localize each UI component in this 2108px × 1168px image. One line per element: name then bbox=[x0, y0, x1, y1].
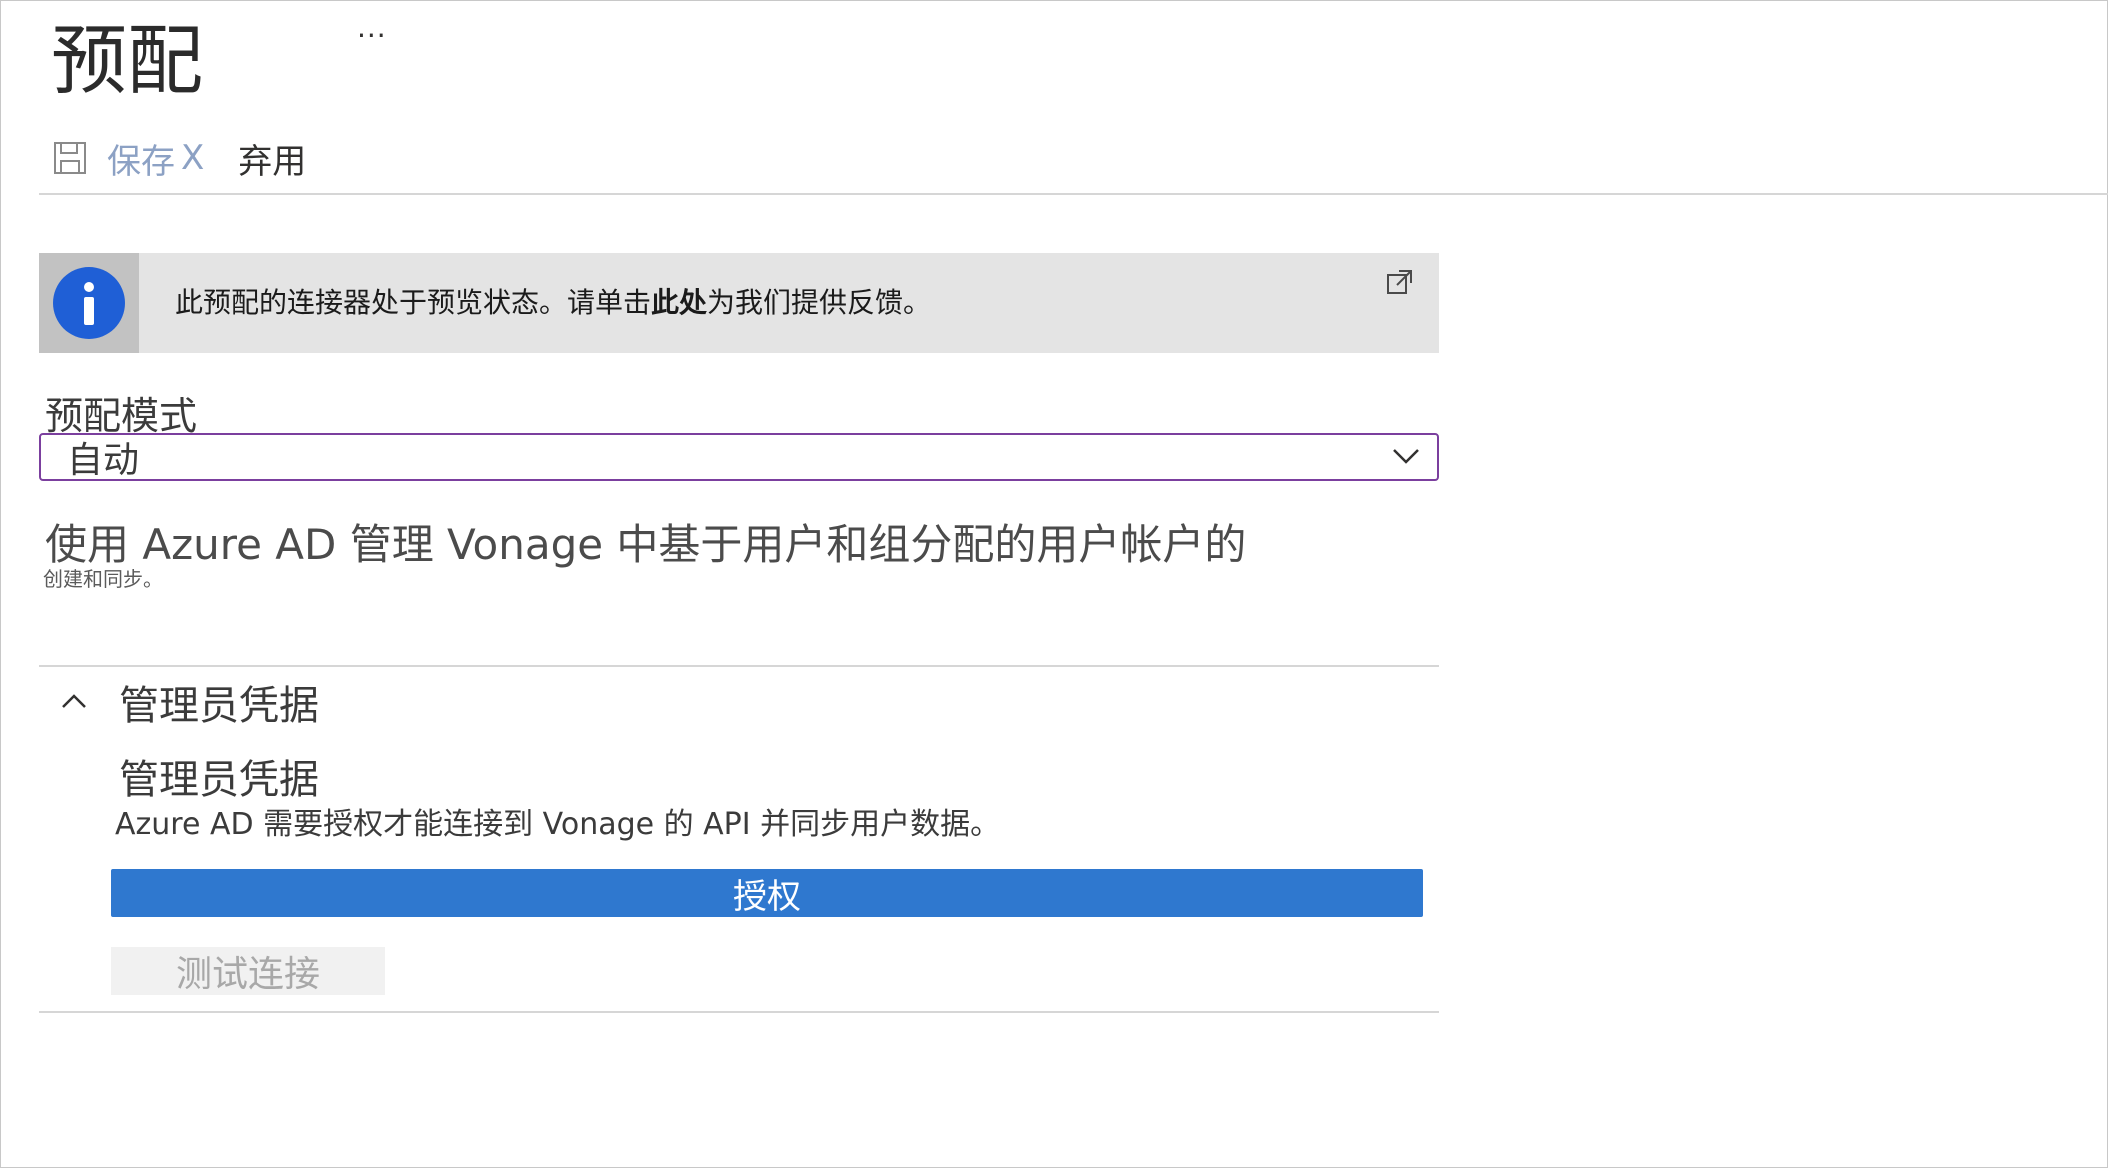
discard-icon[interactable]: X bbox=[181, 138, 204, 178]
page-title: 预配 bbox=[51, 16, 203, 105]
command-bar-divider bbox=[39, 193, 2108, 195]
info-icon bbox=[53, 267, 125, 339]
command-bar: 保存 X 弃用 bbox=[53, 134, 306, 183]
preview-info-banner: 此预配的连接器处于预览状态。请单击此处为我们提供反馈。 bbox=[39, 253, 1439, 353]
feedback-link[interactable]: 此处 bbox=[651, 286, 707, 319]
provisioning-mode-description: 使用 Azure AD 管理 Vonage 中基于用户和组分配的用户帐户的 bbox=[45, 520, 1247, 569]
save-button[interactable]: 保存 bbox=[107, 134, 175, 183]
provisioning-mode-description-continued: 创建和同步。 bbox=[43, 567, 163, 591]
provisioning-page: 预配 ··· 保存 X 弃用 此预配的连接器处于预览状态。请单击此处为我们提供反… bbox=[0, 0, 2108, 1168]
chevron-up-icon[interactable] bbox=[59, 691, 89, 711]
info-banner-text: 此预配的连接器处于预览状态。请单击此处为我们提供反馈。 bbox=[175, 283, 931, 323]
more-options-button[interactable]: ··· bbox=[357, 19, 387, 52]
authorize-button[interactable]: 授权 bbox=[111, 869, 1423, 917]
discard-button[interactable]: 弃用 bbox=[238, 134, 306, 183]
section-divider bbox=[39, 665, 1439, 667]
admin-credentials-description: Azure AD 需要授权才能连接到 Vonage 的 API 并同步用户数据。 bbox=[115, 807, 1001, 842]
chevron-down-icon bbox=[1393, 449, 1419, 464]
admin-credentials-title: 管理员凭据 bbox=[119, 757, 319, 803]
save-icon bbox=[54, 142, 86, 174]
info-text-prefix: 此预配的连接器处于预览状态。请单击 bbox=[175, 286, 652, 319]
admin-credentials-section-header[interactable]: 管理员凭据 bbox=[119, 681, 319, 731]
test-connection-button[interactable]: 测试连接 bbox=[111, 947, 385, 995]
section-divider-bottom bbox=[39, 1011, 1439, 1013]
info-icon-container bbox=[39, 253, 139, 353]
info-text-suffix: 为我们提供反馈。 bbox=[707, 286, 932, 319]
provisioning-mode-dropdown[interactable]: 自动 bbox=[39, 433, 1439, 481]
external-link-icon[interactable] bbox=[1385, 267, 1415, 297]
provisioning-mode-value: 自动 bbox=[67, 440, 140, 481]
